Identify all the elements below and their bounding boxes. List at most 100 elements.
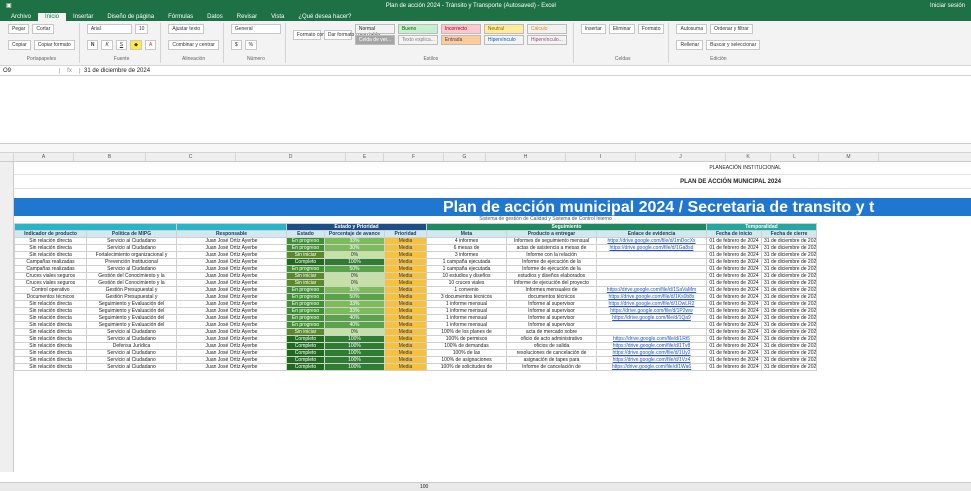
tab-4[interactable]: Fórmulas — [161, 13, 200, 21]
cell-policy[interactable]: Gestión Presupuestal y — [86, 286, 177, 294]
cell-goal[interactable]: 10 estudios y diseños — [426, 272, 507, 280]
cell-status[interactable]: Sin iniciar — [286, 272, 325, 280]
cell-goal[interactable]: 100% de demandas — [426, 342, 507, 350]
name-box[interactable]: O9 — [0, 67, 60, 74]
cell-start-date[interactable]: 01 de febrero de 2024 — [706, 272, 762, 280]
worksheet[interactable]: PLANEACIÓN INSTITUCIONAL PLAN DE ACCIÓN … — [0, 162, 971, 472]
cell-start-date[interactable]: 01 de febrero de 2024 — [706, 314, 762, 322]
cell-status[interactable]: Completo — [286, 356, 325, 364]
cell-progress[interactable]: 30% — [324, 244, 385, 252]
cell-responsible[interactable]: Juan José Ortíz Ayerbe — [176, 265, 287, 273]
cell-indicator[interactable]: Control operativo — [14, 286, 87, 294]
cell-status[interactable]: Sin iniciar — [286, 279, 325, 287]
cell-priority[interactable]: Media — [384, 293, 427, 301]
table-row[interactable]: Sin relación directa Seguimiento y Evalua… — [14, 321, 817, 329]
cell-policy[interactable]: Defensa Jurídica — [86, 342, 177, 350]
cell-status[interactable]: En progreso — [286, 244, 325, 252]
style-neutral[interactable]: Neutral — [483, 24, 524, 34]
cell-end-date[interactable]: 31 de diciembre de 2024 — [761, 272, 817, 280]
cell-evidence-link[interactable]: https://drive.google.com/file/d/1mDocXx — [596, 237, 707, 245]
cell-policy[interactable]: Servicio al Ciudadano — [86, 335, 177, 343]
cell-priority[interactable]: Media — [384, 265, 427, 273]
cell-priority[interactable]: Media — [384, 258, 427, 266]
cell-deliverable[interactable]: Informe de cancelación de — [506, 363, 597, 371]
cell-end-date[interactable]: 31 de diciembre de 2024 — [761, 314, 817, 322]
cell-status[interactable]: En progreso — [286, 300, 325, 308]
cell-end-date[interactable]: 31 de diciembre de 2024 — [761, 335, 817, 343]
cell-evidence-link[interactable] — [596, 272, 707, 280]
cell-goal[interactable]: 6 mesas de — [426, 244, 507, 252]
cell-policy[interactable]: Servicio al Ciudadano — [86, 363, 177, 371]
cell-responsible[interactable]: Juan José Ortíz Ayerbe — [176, 286, 287, 294]
cell-progress[interactable]: 100% — [324, 342, 385, 350]
table-row[interactable]: Documentos técnicos Gestión Presupuestal … — [14, 293, 817, 301]
autosum-button[interactable]: Autosuma — [676, 24, 707, 34]
cell-goal[interactable]: 1 informe mensual — [426, 307, 507, 315]
cell-status[interactable]: En progreso — [286, 314, 325, 322]
column-header-K[interactable]: K — [726, 153, 771, 161]
cell-evidence-link[interactable]: https://drive.google.com/file/d/1P2ww — [596, 307, 707, 315]
cell-evidence-link[interactable] — [596, 321, 707, 329]
cell-evidence-link[interactable]: https://drive.google.com/file/d/1Vz4 — [596, 356, 707, 364]
cell-end-date[interactable]: 31 de diciembre de 2024 — [761, 363, 817, 371]
cell-indicator[interactable]: Sin relación directa — [14, 349, 87, 357]
cell-deliverable[interactable]: Informes de seguimiento mensual — [506, 237, 597, 245]
tab-3[interactable]: Diseño de página — [100, 13, 161, 21]
cell-deliverable[interactable]: asignación de tapes para — [506, 356, 597, 364]
cell-responsible[interactable]: Juan José Ortíz Ayerbe — [176, 279, 287, 287]
cell-end-date[interactable]: 31 de diciembre de 2024 — [761, 237, 817, 245]
cell-priority[interactable]: Media — [384, 300, 427, 308]
cell-goal[interactable]: 3 documentos técnicos — [426, 293, 507, 301]
cell-indicator[interactable]: Sin relación directa — [14, 237, 87, 245]
style-check-cell[interactable]: Celda de ver... — [354, 35, 395, 45]
cell-goal[interactable]: 1 informe mensual — [426, 321, 507, 329]
cell-indicator[interactable]: Sin relación directa — [14, 251, 87, 259]
copy-button[interactable]: Copiar — [8, 40, 31, 50]
cell-deliverable[interactable]: acta de mercado sobre — [506, 328, 597, 336]
cell-status[interactable]: Completo — [286, 335, 325, 343]
cell-goal[interactable]: 100% de las — [426, 349, 507, 357]
table-row[interactable]: Sin relación directa Servicio al Ciudadan… — [14, 356, 817, 364]
cell-start-date[interactable]: 01 de febrero de 2024 — [706, 349, 762, 357]
cell-deliverable[interactable]: Informe de ejecución de la — [506, 258, 597, 266]
cell-goal[interactable]: 1 campaña ejecutada — [426, 265, 507, 273]
cell-responsible[interactable]: Juan José Ortíz Ayerbe — [176, 307, 287, 315]
cell-progress[interactable]: 50% — [324, 293, 385, 301]
cell-priority[interactable]: Media — [384, 321, 427, 329]
underline-button[interactable]: S — [115, 40, 128, 50]
table-row[interactable]: Cruces viales seguros Gestión del Conocim… — [14, 272, 817, 280]
cell-indicator[interactable]: Sin relación directa — [14, 244, 87, 252]
column-header-G[interactable]: G — [444, 153, 486, 161]
cell-responsible[interactable]: Juan José Ortíz Ayerbe — [176, 314, 287, 322]
select-all-corner[interactable] — [0, 153, 14, 161]
cell-start-date[interactable]: 01 de febrero de 2024 — [706, 328, 762, 336]
cell-start-date[interactable]: 01 de febrero de 2024 — [706, 342, 762, 350]
cell-start-date[interactable]: 01 de febrero de 2024 — [706, 251, 762, 259]
cell-policy[interactable]: Seguimiento y Evaluación del — [86, 314, 177, 322]
cell-priority[interactable]: Media — [384, 314, 427, 322]
cell-status[interactable]: En progreso — [286, 265, 325, 273]
cell-priority[interactable]: Media — [384, 328, 427, 336]
column-header-A[interactable]: A — [14, 153, 74, 161]
column-header-E[interactable]: E — [346, 153, 384, 161]
formula-bar-expanded-area[interactable] — [0, 76, 971, 144]
cell-indicator[interactable]: Campañas realizadas — [14, 258, 87, 266]
cell-policy[interactable]: Seguimiento y Evaluación del — [86, 321, 177, 329]
style-calculation[interactable]: Cálculo — [526, 24, 567, 34]
cell-deliverable[interactable]: Informe de ejecución de la — [506, 265, 597, 273]
cell-start-date[interactable]: 01 de febrero de 2024 — [706, 258, 762, 266]
cell-responsible[interactable]: Juan José Ortíz Ayerbe — [176, 342, 287, 350]
column-header-B[interactable]: B — [74, 153, 146, 161]
cell-indicator[interactable]: Campañas realizadas — [14, 265, 87, 273]
cell-responsible[interactable]: Juan José Ortíz Ayerbe — [176, 251, 287, 259]
cell-end-date[interactable]: 31 de diciembre de 2024 — [761, 307, 817, 315]
cell-end-date[interactable]: 31 de diciembre de 2024 — [761, 349, 817, 357]
format-painter-button[interactable]: Copiar formato — [33, 40, 75, 50]
cell-goal[interactable]: 1 campaña ejecutada — [426, 258, 507, 266]
tab-2[interactable]: Insertar — [66, 13, 100, 21]
cell-progress[interactable]: 100% — [324, 356, 385, 364]
cell-progress[interactable]: 50% — [324, 265, 385, 273]
currency-icon[interactable]: $ — [230, 40, 242, 50]
find-select-button[interactable]: Buscar y seleccionar — [706, 40, 761, 50]
cell-responsible[interactable]: Juan José Ortíz Ayerbe — [176, 328, 287, 336]
